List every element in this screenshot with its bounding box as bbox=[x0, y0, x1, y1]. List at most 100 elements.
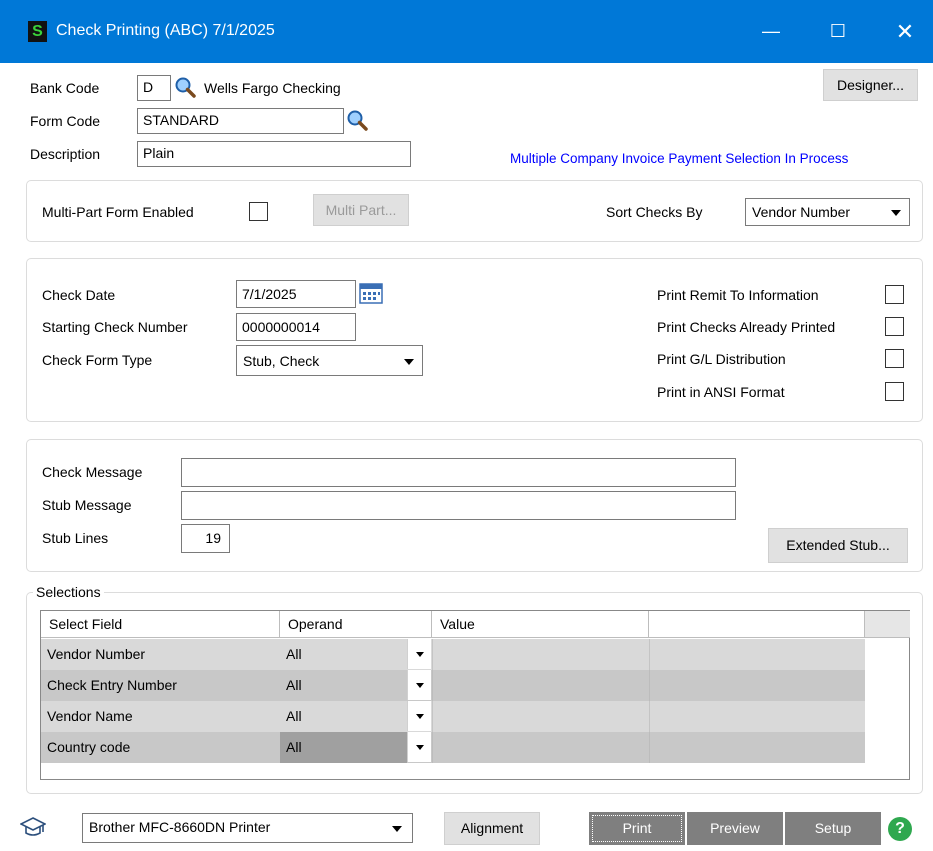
operand-dropdown[interactable] bbox=[407, 732, 431, 762]
form-code-input[interactable]: STANDARD bbox=[137, 108, 344, 134]
row-extra bbox=[649, 701, 865, 732]
description-label: Description bbox=[30, 146, 101, 162]
extended-stub-button[interactable]: Extended Stub... bbox=[768, 528, 908, 563]
multipart-button[interactable]: Multi Part... bbox=[313, 194, 409, 226]
row-operand[interactable]: All bbox=[280, 639, 407, 670]
extended-stub-button-label: Extended Stub... bbox=[786, 537, 890, 553]
bank-name: Wells Fargo Checking bbox=[204, 80, 341, 96]
designer-button-label: Designer... bbox=[837, 77, 904, 93]
print-ansi-label: Print in ANSI Format bbox=[657, 384, 785, 400]
stub-message-label: Stub Message bbox=[42, 497, 132, 513]
table-row[interactable]: Vendor Number All bbox=[41, 639, 865, 670]
graduation-cap-icon[interactable] bbox=[20, 815, 46, 839]
chevron-down-icon bbox=[416, 652, 424, 657]
chevron-down-icon bbox=[891, 210, 901, 216]
multipart-button-label: Multi Part... bbox=[325, 202, 397, 218]
row-select-field: Vendor Name bbox=[47, 708, 133, 724]
row-extra bbox=[649, 639, 865, 670]
check-message-input[interactable] bbox=[181, 458, 736, 487]
row-operand[interactable]: All bbox=[280, 670, 407, 701]
chevron-down-icon bbox=[416, 745, 424, 750]
table-row[interactable]: Country code All bbox=[41, 732, 865, 763]
calendar-icon[interactable] bbox=[359, 282, 383, 304]
column-header-operand[interactable]: Operand bbox=[280, 611, 432, 638]
chevron-down-icon bbox=[404, 359, 414, 365]
print-already-printed-label: Print Checks Already Printed bbox=[657, 319, 836, 335]
sort-checks-select[interactable]: Vendor Number bbox=[745, 198, 910, 226]
printer-select[interactable]: Brother MFC-8660DN Printer bbox=[82, 813, 413, 843]
title-bar: S Check Printing (ABC) 7/1/2025 — ☐ ✕ bbox=[0, 0, 933, 63]
print-remit-checkbox[interactable] bbox=[885, 285, 904, 304]
starting-check-number-input[interactable]: 0000000014 bbox=[236, 313, 356, 341]
app-icon: S bbox=[28, 21, 47, 42]
check-options-group bbox=[26, 258, 923, 422]
chevron-down-icon bbox=[392, 826, 402, 832]
printer-value: Brother MFC-8660DN Printer bbox=[89, 819, 271, 835]
sort-checks-label: Sort Checks By bbox=[606, 204, 703, 220]
check-form-type-value: Stub, Check bbox=[243, 353, 320, 369]
multipart-label: Multi-Part Form Enabled bbox=[42, 204, 194, 220]
print-already-printed-checkbox[interactable] bbox=[885, 317, 904, 336]
alignment-button-label: Alignment bbox=[460, 820, 524, 836]
chevron-down-icon bbox=[416, 683, 424, 688]
row-extra bbox=[649, 670, 865, 701]
selections-legend: Selections bbox=[33, 584, 104, 600]
selections-grid: Select Field Operand Value Vendor Number… bbox=[40, 610, 910, 780]
operand-dropdown[interactable] bbox=[407, 670, 431, 700]
multipart-checkbox[interactable] bbox=[249, 202, 268, 221]
row-value[interactable] bbox=[432, 701, 649, 732]
column-header-filler bbox=[865, 611, 910, 638]
close-button[interactable]: ✕ bbox=[882, 0, 928, 63]
print-remit-label: Print Remit To Information bbox=[657, 287, 819, 303]
bank-code-label: Bank Code bbox=[30, 80, 100, 96]
check-form-type-select[interactable]: Stub, Check bbox=[236, 345, 423, 376]
row-value[interactable] bbox=[432, 639, 649, 670]
row-select-field: Check Entry Number bbox=[47, 677, 177, 693]
row-extra bbox=[649, 732, 865, 763]
row-value[interactable] bbox=[432, 732, 649, 763]
row-value[interactable] bbox=[432, 670, 649, 701]
form-code-lookup-icon[interactable] bbox=[346, 109, 368, 131]
column-header-extra bbox=[649, 611, 865, 638]
preview-button[interactable]: Preview bbox=[687, 812, 783, 845]
stub-lines-input[interactable]: 19 bbox=[181, 524, 230, 553]
window-title: Check Printing (ABC) 7/1/2025 bbox=[56, 22, 275, 39]
help-icon[interactable]: ? bbox=[888, 817, 912, 841]
alignment-button[interactable]: Alignment bbox=[444, 812, 540, 845]
check-date-input[interactable]: 7/1/2025 bbox=[236, 280, 356, 308]
description-input[interactable]: Plain bbox=[137, 141, 411, 167]
setup-button[interactable]: Setup bbox=[785, 812, 881, 845]
operand-dropdown[interactable] bbox=[407, 639, 431, 669]
print-button[interactable]: Print bbox=[589, 812, 685, 845]
table-row[interactable]: Check Entry Number All bbox=[41, 670, 865, 701]
column-header-value[interactable]: Value bbox=[432, 611, 649, 638]
starting-check-number-label: Starting Check Number bbox=[42, 319, 188, 335]
print-ansi-checkbox[interactable] bbox=[885, 382, 904, 401]
stub-lines-label: Stub Lines bbox=[42, 530, 109, 546]
table-row[interactable]: Vendor Name All bbox=[41, 701, 865, 732]
check-message-label: Check Message bbox=[42, 464, 143, 480]
form-code-label: Form Code bbox=[30, 113, 101, 129]
chevron-down-icon bbox=[416, 714, 424, 719]
setup-button-label: Setup bbox=[814, 820, 852, 836]
check-date-label: Check Date bbox=[42, 287, 116, 303]
row-operand[interactable]: All bbox=[280, 701, 407, 732]
operand-dropdown[interactable] bbox=[407, 701, 431, 731]
print-gl-distribution-label: Print G/L Distribution bbox=[657, 351, 786, 367]
row-select-field: Vendor Number bbox=[47, 646, 146, 662]
bank-code-lookup-icon[interactable] bbox=[174, 76, 196, 98]
maximize-button[interactable]: ☐ bbox=[815, 0, 861, 63]
minimize-button[interactable]: — bbox=[748, 0, 794, 63]
column-header-select-field[interactable]: Select Field bbox=[41, 611, 280, 638]
bank-code-input[interactable]: D bbox=[137, 75, 171, 101]
check-form-type-label: Check Form Type bbox=[42, 352, 153, 368]
row-operand[interactable]: All bbox=[280, 732, 407, 763]
print-gl-distribution-checkbox[interactable] bbox=[885, 349, 904, 368]
preview-button-label: Preview bbox=[710, 820, 760, 836]
row-select-field: Country code bbox=[47, 739, 131, 755]
status-text: Multiple Company Invoice Payment Selecti… bbox=[510, 151, 849, 166]
stub-message-input[interactable] bbox=[181, 491, 736, 520]
designer-button[interactable]: Designer... bbox=[823, 69, 918, 101]
print-button-label: Print bbox=[622, 820, 652, 836]
sort-checks-value: Vendor Number bbox=[752, 204, 851, 220]
